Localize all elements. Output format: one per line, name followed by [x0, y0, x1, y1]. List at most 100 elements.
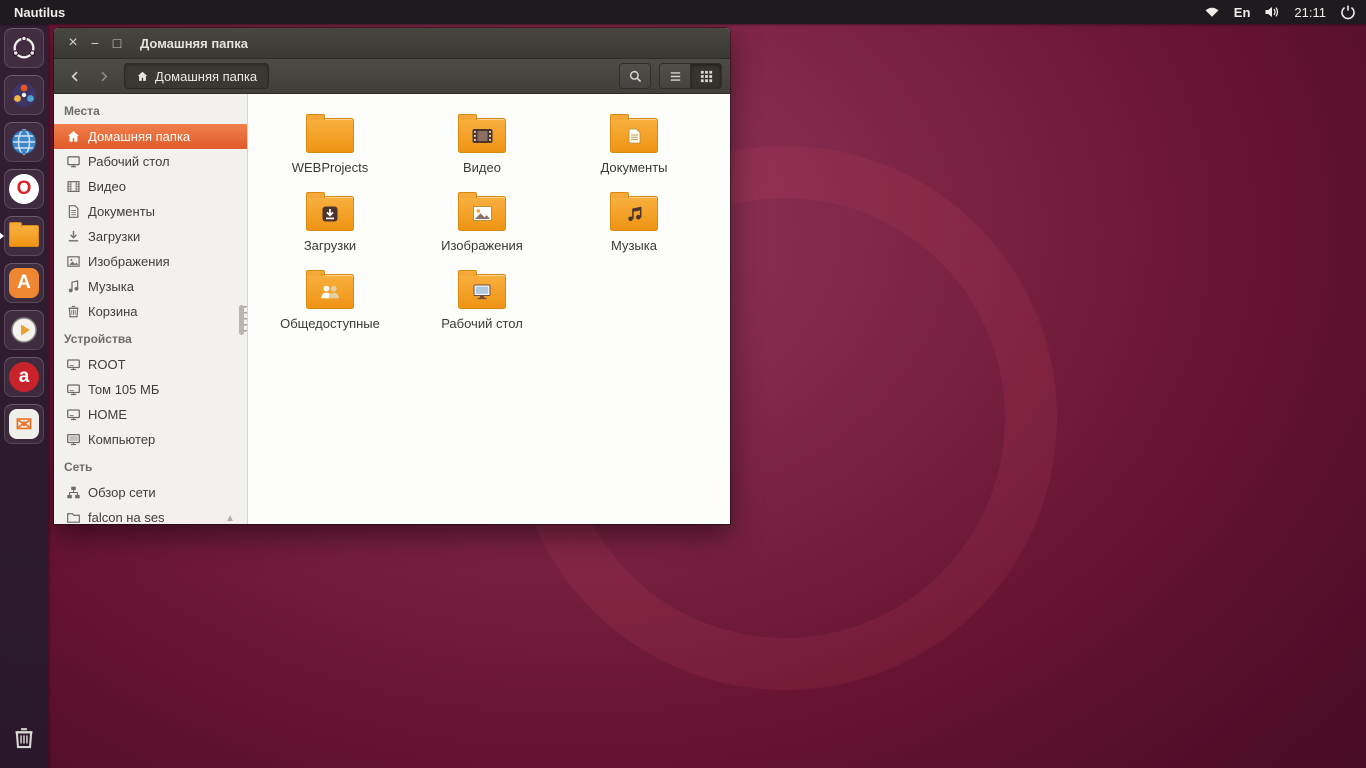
forward-button[interactable] — [90, 64, 116, 88]
sidebar-item-pictures[interactable]: Изображения — [54, 249, 247, 274]
file-item-music[interactable]: Музыка — [558, 188, 710, 266]
sidebar-item-label: Видео — [88, 179, 126, 194]
sidebar: ▲ МестаДомашняя папка Рабочий стол Видео До… — [54, 94, 248, 524]
maximize-button[interactable]: □ — [106, 32, 128, 54]
drive-icon — [66, 382, 81, 397]
sidebar-item-music[interactable]: Музыка — [54, 274, 247, 299]
sidebar-item-videos[interactable]: Видео — [54, 174, 247, 199]
folder-icon — [610, 118, 658, 153]
opera-browser-icon[interactable]: O — [4, 169, 44, 209]
sidebar-item-computer[interactable]: Компьютер — [54, 427, 247, 452]
mail-client-icon[interactable]: ✉ — [4, 404, 44, 444]
sidebar-item-label: Компьютер — [88, 432, 155, 447]
download-icon — [66, 229, 81, 244]
file-item-public[interactable]: Общедоступные — [254, 266, 406, 344]
unity-launcher: O Aa ✉ — [0, 24, 48, 768]
sidebar-item-label: Документы — [88, 204, 155, 219]
session-menu-icon[interactable] — [1340, 4, 1356, 20]
sidebar-item-label: Том 105 МБ — [88, 382, 159, 397]
folder-icon — [610, 196, 658, 231]
folder-icon — [458, 274, 506, 309]
folder-icon — [458, 118, 506, 153]
file-item-videos[interactable]: Видео — [406, 110, 558, 188]
file-item-desktop[interactable]: Рабочий стол — [406, 266, 558, 344]
sidebar-item-network-share[interactable]: falcon на ses — [54, 505, 247, 524]
software-center-icon[interactable]: A — [4, 263, 44, 303]
web-browser-icon[interactable] — [4, 122, 44, 162]
sidebar-item-label: Корзина — [88, 304, 138, 319]
file-item-webprojects[interactable]: WEBProjects — [254, 110, 406, 188]
toolbar: Домашняя папка — [54, 59, 730, 94]
toolbar-right — [619, 63, 722, 89]
file-label: Музыка — [611, 238, 657, 253]
search-button[interactable] — [619, 63, 651, 89]
sidebar-item-desktop[interactable]: Рабочий стол — [54, 149, 247, 174]
sidebar-item-trash[interactable]: Корзина — [54, 299, 247, 324]
home-icon — [136, 70, 149, 83]
file-item-documents[interactable]: Документы — [558, 110, 710, 188]
volume-icon[interactable] — [1264, 4, 1280, 20]
view-list-button[interactable] — [659, 63, 691, 89]
window-titlebar[interactable]: ×−□ Домашняя папка — [54, 28, 730, 59]
share-icon — [66, 510, 81, 524]
sidebar-item-downloads[interactable]: Загрузки — [54, 224, 247, 249]
file-label: Изображения — [441, 238, 523, 253]
sidebar-item-home-volume[interactable]: HOME — [54, 402, 247, 427]
file-label: WEBProjects — [292, 160, 369, 175]
close-button[interactable]: × — [62, 32, 84, 54]
file-grid: WEBProjects Видео Документы Загрузки Изображ… — [248, 94, 730, 524]
active-app-name[interactable]: Nautilus — [14, 5, 65, 20]
trash-icon — [66, 304, 81, 319]
sidebar-item-volume-105[interactable]: Том 105 МБ — [54, 377, 247, 402]
dash-home-button[interactable] — [4, 28, 44, 68]
keyboard-layout-indicator[interactable]: En — [1234, 5, 1251, 20]
video-emblem-icon — [459, 119, 505, 152]
film-icon — [66, 179, 81, 194]
music-emblem-icon — [611, 197, 657, 230]
sidebar-item-label: HOME — [88, 407, 127, 422]
sidebar-scrollbar-thumb[interactable] — [239, 305, 244, 335]
sidebar-item-label: falcon на ses — [88, 510, 165, 524]
window-title: Домашняя папка — [140, 36, 248, 51]
desktop-emblem-icon — [459, 275, 505, 308]
scroll-up-arrow[interactable]: ▲ — [225, 514, 235, 524]
folder-icon — [306, 118, 354, 153]
sidebar-item-label: Изображения — [88, 254, 170, 269]
drive-icon — [66, 407, 81, 422]
file-label: Общедоступные — [280, 316, 380, 331]
back-button[interactable] — [62, 64, 88, 88]
files-nautilus-icon[interactable] — [4, 216, 44, 256]
sidebar-item-label: Рабочий стол — [88, 154, 170, 169]
nautilus-window: ×−□ Домашняя папка Домашняя папка ▲ Мест… — [54, 28, 730, 524]
file-label: Документы — [600, 160, 667, 175]
app-a-glyph: a — [9, 362, 39, 392]
breadcrumb-label: Домашняя папка — [155, 69, 257, 84]
wifi-icon[interactable] — [1204, 4, 1220, 20]
file-item-downloads[interactable]: Загрузки — [254, 188, 406, 266]
software-glyph: A — [9, 268, 39, 298]
sidebar-item-home[interactable]: Домашняя папка — [54, 124, 247, 149]
file-label: Загрузки — [304, 238, 356, 253]
minimize-button[interactable]: − — [84, 32, 106, 54]
sidebar-item-documents[interactable]: Документы — [54, 199, 247, 224]
app-a-icon[interactable]: a — [4, 357, 44, 397]
view-grid-button[interactable] — [691, 63, 722, 89]
opera-glyph: O — [9, 174, 39, 204]
monitor-icon — [66, 154, 81, 169]
launcher-trash-icon[interactable] — [4, 718, 44, 758]
file-item-pictures[interactable]: Изображения — [406, 188, 558, 266]
image-icon — [66, 254, 81, 269]
software-suite-icon[interactable] — [4, 75, 44, 115]
top-panel: Nautilus En 21:11 — [0, 0, 1366, 24]
sidebar-section-title: Места — [54, 96, 247, 124]
file-label: Рабочий стол — [441, 316, 523, 331]
view-toggle-group — [659, 63, 722, 89]
envelope-glyph: ✉ — [9, 409, 39, 439]
clock[interactable]: 21:11 — [1294, 5, 1326, 20]
media-player-icon[interactable] — [4, 310, 44, 350]
sidebar-item-network-browse[interactable]: Обзор сети — [54, 480, 247, 505]
folder-icon — [458, 196, 506, 231]
drive-icon — [66, 357, 81, 372]
sidebar-item-root[interactable]: ROOT — [54, 352, 247, 377]
breadcrumb[interactable]: Домашняя папка — [124, 63, 269, 89]
